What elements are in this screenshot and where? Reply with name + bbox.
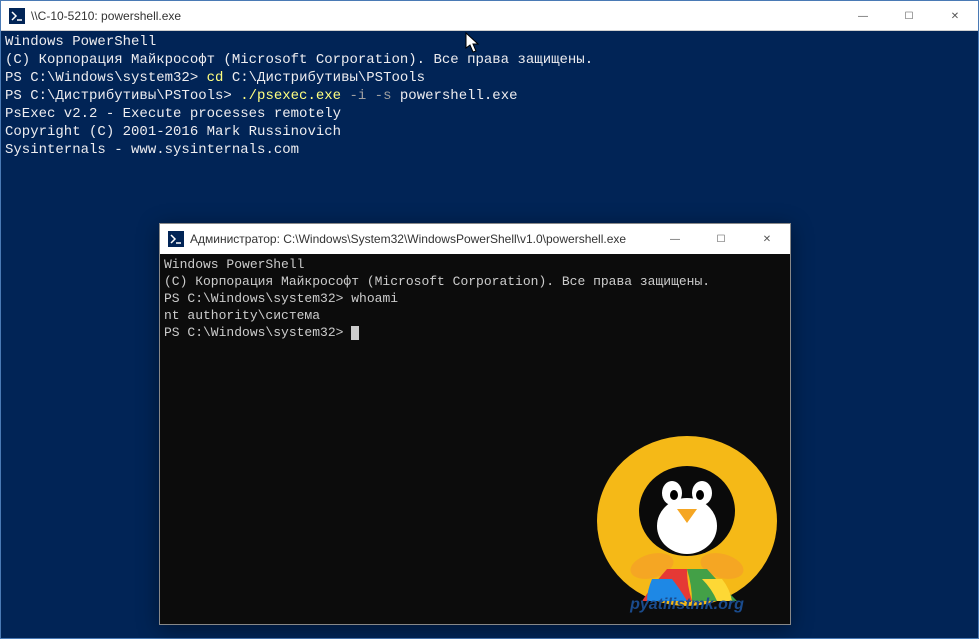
outer-titlebar[interactable]: \\C-10-5210: powershell.exe — ☐ ✕ — [1, 1, 978, 31]
terminal-line: Windows PowerShell — [164, 256, 786, 273]
watermark-text: pyatilistmk.org — [629, 596, 744, 613]
inner-window-controls: — ☐ ✕ — [652, 224, 790, 254]
terminal-prompt-line: PS C:\Windows\system32> cd C:\Дистрибути… — [5, 69, 974, 87]
outer-window-controls: — ☐ ✕ — [840, 1, 978, 30]
minimize-button[interactable]: — — [652, 224, 698, 254]
powershell-icon — [9, 8, 25, 24]
close-button[interactable]: ✕ — [932, 1, 978, 31]
inner-powershell-window: Администратор: C:\Windows\System32\Windo… — [159, 223, 791, 625]
maximize-button[interactable]: ☐ — [698, 224, 744, 254]
terminal-line: Sysinternals - www.sysinternals.com — [5, 141, 974, 159]
close-button[interactable]: ✕ — [744, 224, 790, 254]
terminal-line: (С) Корпорация Майкрософт (Microsoft Cor… — [5, 51, 974, 69]
inner-terminal-content[interactable]: Windows PowerShell (C) Корпорация Майкро… — [160, 254, 790, 624]
minimize-button[interactable]: — — [840, 1, 886, 31]
terminal-prompt-line: PS C:\Windows\system32> whoami — [164, 290, 786, 307]
watermark-logo: pyatilistmk.org — [592, 431, 782, 616]
terminal-line: Windows PowerShell — [5, 33, 974, 51]
terminal-line: nt authority\система — [164, 307, 786, 324]
terminal-line: PsExec v2.2 - Execute processes remotely — [5, 105, 974, 123]
terminal-prompt-line: PS C:\Дистрибутивы\PSTools> ./psexec.exe… — [5, 87, 974, 105]
terminal-line: Copyright (C) 2001-2016 Mark Russinovich — [5, 123, 974, 141]
inner-titlebar[interactable]: Администратор: C:\Windows\System32\Windo… — [160, 224, 790, 254]
inner-window-title: Администратор: C:\Windows\System32\Windo… — [190, 232, 652, 246]
terminal-prompt-line: PS C:\Windows\system32> — [164, 324, 786, 341]
cursor-block — [351, 326, 359, 340]
terminal-line: (C) Корпорация Майкрософт (Microsoft Cor… — [164, 273, 786, 290]
maximize-button[interactable]: ☐ — [886, 1, 932, 31]
outer-window-title: \\C-10-5210: powershell.exe — [31, 9, 840, 23]
powershell-icon — [168, 231, 184, 247]
